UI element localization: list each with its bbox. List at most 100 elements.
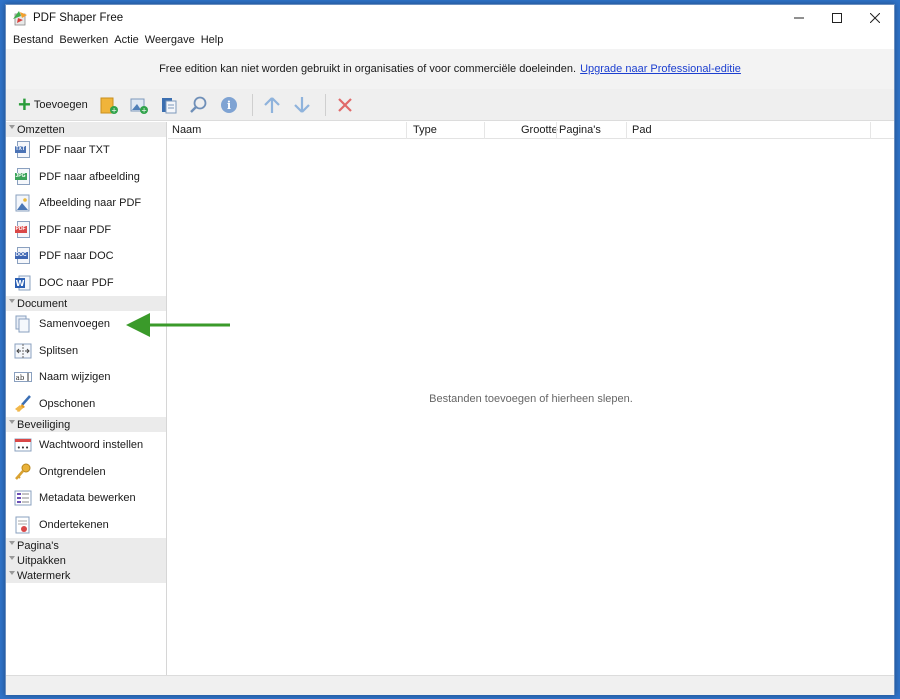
menu-bar: Bestand Bewerken Actie Weergave Help bbox=[6, 31, 226, 49]
group-uitpakken[interactable]: Uitpakken bbox=[6, 553, 166, 568]
search-icon bbox=[189, 96, 207, 113]
title-bar[interactable]: PDF Shaper Free bbox=[6, 5, 894, 31]
add-folder-icon: + bbox=[100, 97, 118, 114]
signature-icon bbox=[13, 515, 32, 534]
sidebar-item-ontgrendelen[interactable]: Ontgrendelen bbox=[6, 459, 166, 486]
sidebar-item-pdf-naar-txt[interactable]: TXT PDF naar TXT bbox=[6, 137, 166, 164]
sidebar-item-label: PDF naar afbeelding bbox=[39, 170, 140, 183]
column-separator[interactable] bbox=[626, 122, 627, 139]
sidebar-item-label: Metadata bewerken bbox=[39, 492, 136, 505]
empty-list-message: Bestanden toevoegen of hierheen slepen. bbox=[429, 393, 633, 405]
info-icon: i bbox=[220, 96, 237, 113]
svg-text:ab: ab bbox=[15, 374, 24, 382]
expander-icon bbox=[9, 299, 15, 303]
app-window: PDF Shaper Free Bestand Bewerken Actie W… bbox=[5, 4, 895, 695]
toolbar-separator bbox=[324, 93, 326, 116]
group-watermerk[interactable]: Watermerk bbox=[6, 568, 166, 583]
sidebar-item-label: Ontgrendelen bbox=[39, 465, 106, 478]
split-icon bbox=[13, 341, 32, 360]
sidebar-item-pdf-naar-doc[interactable]: DOC PDF naar DOC bbox=[6, 243, 166, 270]
sidebar-item-label: PDF naar TXT bbox=[39, 144, 110, 157]
arrow-down-icon bbox=[293, 96, 310, 113]
expander-icon bbox=[9, 420, 15, 424]
add-folder-button[interactable]: + bbox=[96, 92, 122, 118]
group-header-label: Omzetten bbox=[17, 123, 65, 136]
menu-bestand[interactable]: Bestand bbox=[10, 34, 56, 46]
minimize-icon bbox=[794, 17, 804, 19]
notice-text: Free edition kan niet worden gebruikt in… bbox=[159, 63, 577, 75]
txt-file-icon: TXT bbox=[13, 141, 32, 160]
column-separator[interactable] bbox=[870, 122, 871, 139]
add-images-icon: + bbox=[130, 98, 148, 114]
annotation-arrow-icon bbox=[126, 313, 230, 337]
sidebar-item-label: Wachtwoord instellen bbox=[39, 439, 144, 452]
close-button[interactable] bbox=[856, 5, 894, 31]
column-type[interactable]: Type bbox=[413, 124, 437, 138]
broom-icon bbox=[13, 394, 32, 413]
toolbar-separator bbox=[251, 93, 253, 116]
column-separator[interactable] bbox=[556, 122, 557, 139]
sidebar-item-afbeelding-naar-pdf[interactable]: Afbeelding naar PDF bbox=[6, 190, 166, 217]
info-button[interactable]: i bbox=[216, 92, 242, 118]
app-logo-icon bbox=[12, 10, 28, 26]
arrow-up-icon bbox=[263, 96, 280, 113]
group-paginas[interactable]: Pagina's bbox=[6, 538, 166, 553]
menu-weergave[interactable]: Weergave bbox=[142, 34, 198, 46]
sidebar-item-pdf-naar-pdf[interactable]: PDF PDF naar PDF bbox=[6, 217, 166, 244]
password-icon: ••• bbox=[13, 436, 32, 455]
menu-bewerken[interactable]: Bewerken bbox=[56, 34, 111, 46]
sidebar-item-opschonen[interactable]: Opschonen bbox=[6, 391, 166, 418]
column-separator[interactable] bbox=[484, 122, 485, 139]
column-naam[interactable]: Naam bbox=[172, 124, 201, 138]
svg-text:•••: ••• bbox=[16, 444, 28, 452]
add-images-button[interactable]: + bbox=[126, 92, 152, 118]
upgrade-link[interactable]: Upgrade naar Professional-editie bbox=[580, 63, 741, 75]
column-paginas[interactable]: Pagina's bbox=[559, 124, 601, 138]
group-header-label: Watermerk bbox=[17, 569, 71, 582]
sidebar-item-label: Naam wijzigen bbox=[39, 371, 111, 384]
column-pad[interactable]: Pad bbox=[632, 124, 652, 138]
column-separator[interactable] bbox=[406, 122, 407, 139]
file-list-header: Naam Type Grootte Pagina's Pad bbox=[168, 122, 894, 139]
sidebar-item-pdf-naar-afbeelding[interactable]: JPG PDF naar afbeelding bbox=[6, 164, 166, 191]
maximize-icon bbox=[832, 13, 842, 23]
remove-button[interactable] bbox=[332, 92, 358, 118]
window-title: PDF Shaper Free bbox=[33, 12, 124, 24]
sidebar-item-wachtwoord-instellen[interactable]: ••• Wachtwoord instellen bbox=[6, 432, 166, 459]
expander-icon bbox=[9, 541, 15, 545]
svg-text:+: + bbox=[141, 106, 147, 114]
svg-text:i: i bbox=[227, 99, 231, 112]
word-icon: W bbox=[13, 273, 32, 292]
menu-actie[interactable]: Actie bbox=[111, 34, 141, 46]
clipboard-icon bbox=[161, 97, 177, 113]
group-omzetten[interactable]: Omzetten bbox=[6, 122, 166, 137]
maximize-button[interactable] bbox=[818, 5, 856, 31]
close-icon bbox=[870, 13, 880, 23]
sidebar-item-label: Opschonen bbox=[39, 397, 96, 410]
sidebar-item-doc-naar-pdf[interactable]: W DOC naar PDF bbox=[6, 270, 166, 297]
menu-help[interactable]: Help bbox=[198, 34, 227, 46]
group-beveiliging[interactable]: Beveiliging bbox=[6, 417, 166, 432]
move-down-button[interactable] bbox=[289, 92, 315, 118]
sidebar-item-label: Ondertekenen bbox=[39, 518, 109, 531]
image-file-icon bbox=[13, 194, 32, 213]
add-button-label: Toevoegen bbox=[33, 98, 88, 111]
sidebar-item-metadata-bewerken[interactable]: Metadata bewerken bbox=[6, 485, 166, 512]
jpg-file-icon: JPG bbox=[13, 167, 32, 186]
edition-notice: Free edition kan niet worden gebruikt in… bbox=[6, 49, 894, 89]
sidebar-item-label: Samenvoegen bbox=[39, 318, 110, 331]
group-header-label: Document bbox=[17, 297, 68, 310]
metadata-icon bbox=[13, 489, 32, 508]
sidebar-item-naam-wijzigen[interactable]: ab Naam wijzigen bbox=[6, 364, 166, 391]
search-button[interactable] bbox=[186, 92, 212, 118]
add-button[interactable]: + Toevoegen bbox=[14, 92, 92, 118]
task-sidebar: Omzetten TXT PDF naar TXT JPG PDF naar a… bbox=[6, 122, 167, 675]
column-grootte[interactable]: Grootte bbox=[521, 124, 558, 138]
svg-text:+: + bbox=[111, 106, 117, 114]
sidebar-item-ondertekenen[interactable]: Ondertekenen bbox=[6, 512, 166, 539]
expander-icon bbox=[9, 571, 15, 575]
sidebar-item-label: DOC naar PDF bbox=[39, 276, 114, 289]
paste-button[interactable] bbox=[156, 92, 182, 118]
move-up-button[interactable] bbox=[259, 92, 285, 118]
minimize-button[interactable] bbox=[780, 5, 818, 31]
